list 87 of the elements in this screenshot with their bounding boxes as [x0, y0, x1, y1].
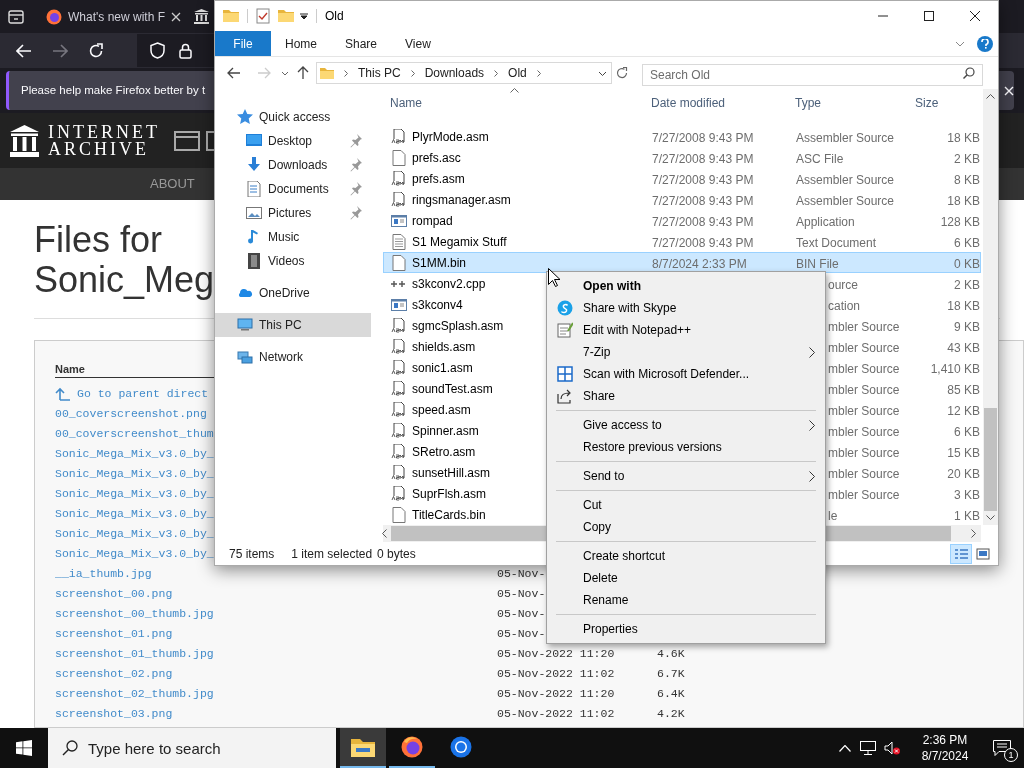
date-text: 7/27/2008 9:43 PM: [652, 193, 754, 208]
file-name: sgmcSplash.asm: [412, 317, 504, 335]
type-text: mbler Source: [828, 340, 900, 355]
file-name: s3kconv4: [412, 296, 463, 314]
file-name: PlyrMode.asm: [412, 128, 489, 146]
file-name: sunsetHill.asm: [412, 464, 491, 482]
size-text: 2 KB: [954, 277, 980, 292]
size-text: 128 KB: [940, 214, 980, 229]
type-text: le: [828, 508, 838, 523]
date-text: 05-Nov-2022 11:20: [497, 687, 615, 701]
date-text: 7/27/2008 9:43 PM: [652, 214, 754, 229]
file-name: prefs.asm: [412, 170, 465, 188]
status-text: 75 items: [229, 545, 275, 563]
file-name: ringsmanager.asm: [412, 191, 511, 209]
size-text: 6.7K: [657, 666, 685, 683]
file-name: SRetro.asm: [412, 443, 476, 461]
type-text: BIN File: [796, 256, 839, 271]
size-text: 15 KB: [947, 445, 980, 460]
file-name: TitleCards.bin: [412, 506, 486, 524]
date-text: 7/27/2008 9:43 PM: [652, 235, 754, 250]
size-text: 1 KB: [954, 508, 980, 523]
type-text: mbler Source: [828, 487, 900, 502]
date-text: 05-Nov-2022 11:02: [497, 667, 615, 681]
type-text: cation: [828, 298, 861, 313]
file-name: shields.asm: [412, 338, 476, 356]
size-text: 1,410 KB: [930, 361, 980, 376]
column-header: Name: [55, 362, 85, 378]
logo-text: INTERNET: [48, 123, 160, 141]
date-text: 7/27/2008 9:43 PM: [652, 172, 754, 187]
size-text: 6.4K: [657, 686, 685, 703]
type-text: mbler Source: [828, 466, 900, 481]
notification-text: Please help make Firefox better by t: [21, 82, 206, 98]
file-name: Spinner.asm: [412, 422, 479, 440]
date-text: 8/7/2024 2:33 PM: [652, 256, 747, 271]
type-text: mbler Source: [828, 445, 900, 460]
file-name: SuprFlsh.asm: [412, 485, 487, 503]
file-name: S1 Megamix Stuff: [412, 233, 507, 251]
type-text: ASC File: [796, 151, 844, 166]
size-text: 4.6K: [657, 646, 685, 663]
type-text: Assembler Source: [796, 130, 895, 145]
date-text: 05-Nov-2022 11:20: [497, 647, 615, 661]
notification-count: 1: [1004, 748, 1018, 762]
file-name: s3kconv2.cpp: [412, 275, 486, 293]
size-text: 2 KB: [954, 151, 980, 166]
size-text: 6 KB: [954, 424, 980, 439]
page-heading: Files for Sonic_Meg: [34, 220, 214, 300]
date-text: 05-Nov-: [497, 627, 546, 641]
size-text: 18 KB: [947, 298, 980, 313]
date-text: 05-Nov-2022 11:02: [497, 707, 615, 721]
size-text: 12 KB: [947, 403, 980, 418]
type-text: mbler Source: [828, 361, 900, 376]
size-text: 8 KB: [954, 172, 980, 187]
size-text: 20 KB: [947, 466, 980, 481]
size-text: 6 KB: [954, 235, 980, 250]
size-text: 85 KB: [947, 382, 980, 397]
file-name: sonic1.asm: [412, 359, 473, 377]
file-name: soundTest.asm: [412, 380, 493, 398]
type-text: mbler Source: [828, 424, 900, 439]
status-text: 1 item selected: [291, 545, 373, 563]
size-text: 9 KB: [954, 319, 980, 334]
tab-title: What's new with F: [68, 8, 165, 26]
logo-text: ARCHIVE: [48, 140, 150, 158]
file-name: rompad: [412, 212, 453, 230]
window-title: Old: [325, 8, 344, 25]
date-text: 05-Nov-: [497, 607, 546, 621]
size-text: 4.2K: [657, 706, 685, 723]
file-name: S1MM.bin: [412, 254, 467, 272]
type-text: Text Document: [796, 235, 877, 250]
date-text: 7/27/2008 9:43 PM: [652, 130, 754, 145]
type-text: mbler Source: [828, 403, 900, 418]
size-text: 18 KB: [947, 130, 980, 145]
size-text: 0 KB: [954, 256, 980, 271]
date-text: 7/27/2008 9:43 PM: [652, 151, 754, 166]
size-text: 3 KB: [954, 487, 980, 502]
file-name: prefs.asc: [412, 149, 461, 167]
file-name: speed.asm: [412, 401, 471, 419]
date-text: 05-Nov-: [497, 567, 546, 581]
type-text: mbler Source: [828, 319, 900, 334]
date-text: 05-Nov-: [497, 587, 546, 601]
size-text: 43 KB: [947, 340, 980, 355]
type-text: Assembler Source: [796, 193, 895, 208]
type-text: Application: [796, 214, 855, 229]
type-text: Assembler Source: [796, 172, 895, 187]
type-text: ource: [828, 277, 859, 292]
type-text: mbler Source: [828, 382, 900, 397]
size-text: 18 KB: [947, 193, 980, 208]
status-text: 0 bytes: [377, 545, 416, 563]
